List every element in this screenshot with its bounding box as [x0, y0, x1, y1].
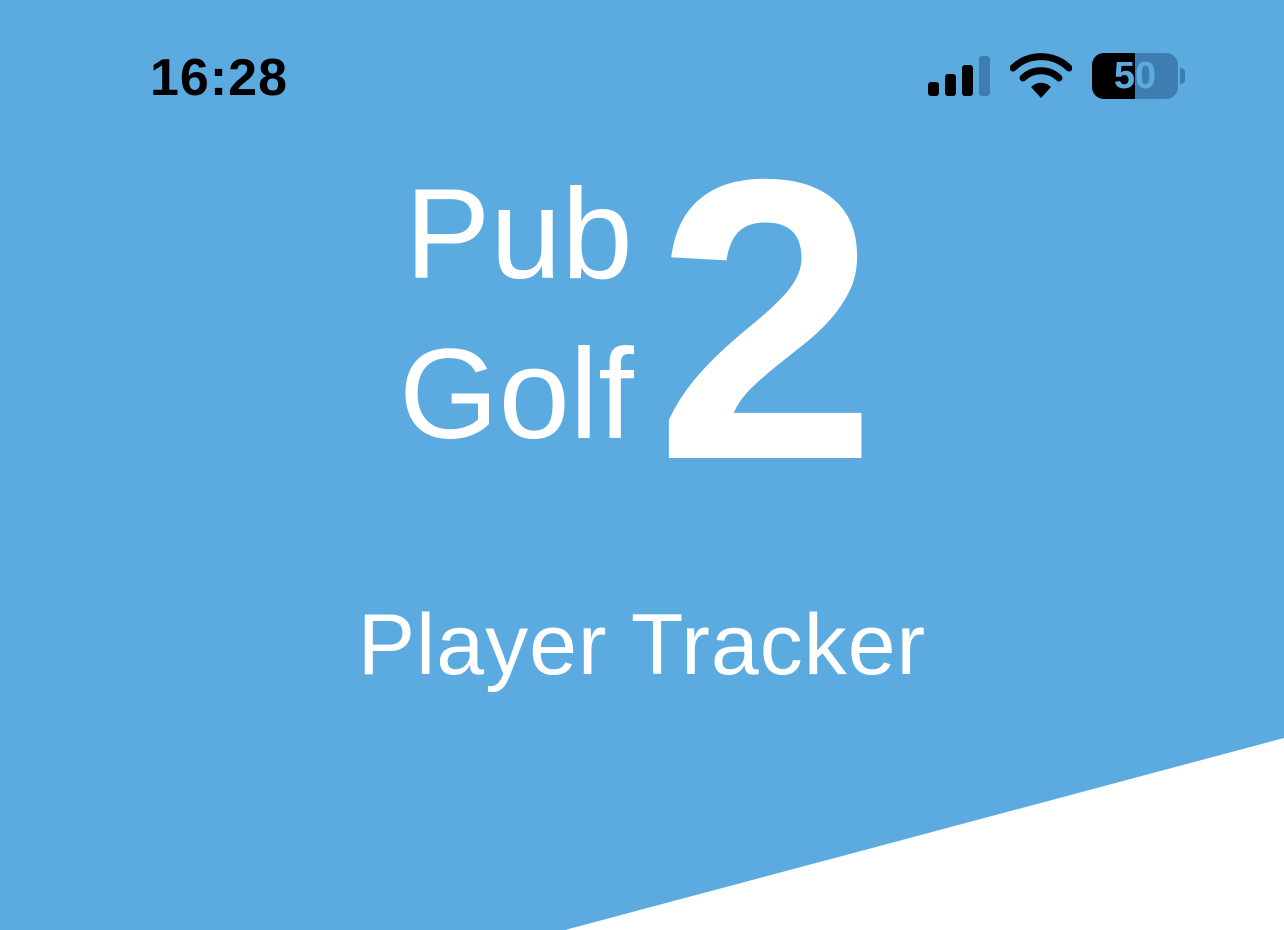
logo-word-pub: Pub	[405, 163, 633, 306]
logo-number: 2	[655, 96, 878, 543]
battery-cap	[1180, 68, 1185, 84]
wifi-icon	[1010, 53, 1072, 98]
status-bar-icons: 50	[920, 50, 1200, 102]
app-subtitle: Player Tracker	[357, 597, 927, 693]
logo-word-golf: Golf	[399, 323, 634, 466]
battery-icon: 50	[1092, 53, 1185, 99]
battery-level-label: 50	[1113, 55, 1157, 97]
app-logo: Pub Golf 2	[395, 120, 895, 520]
battery-body: 50	[1092, 53, 1178, 99]
splash-screen: 16:28 50 Pub Golf 2 Player Tracker	[0, 0, 1284, 930]
cellular-signal-icon	[928, 56, 990, 96]
status-bar-time: 16:28	[150, 49, 288, 107]
